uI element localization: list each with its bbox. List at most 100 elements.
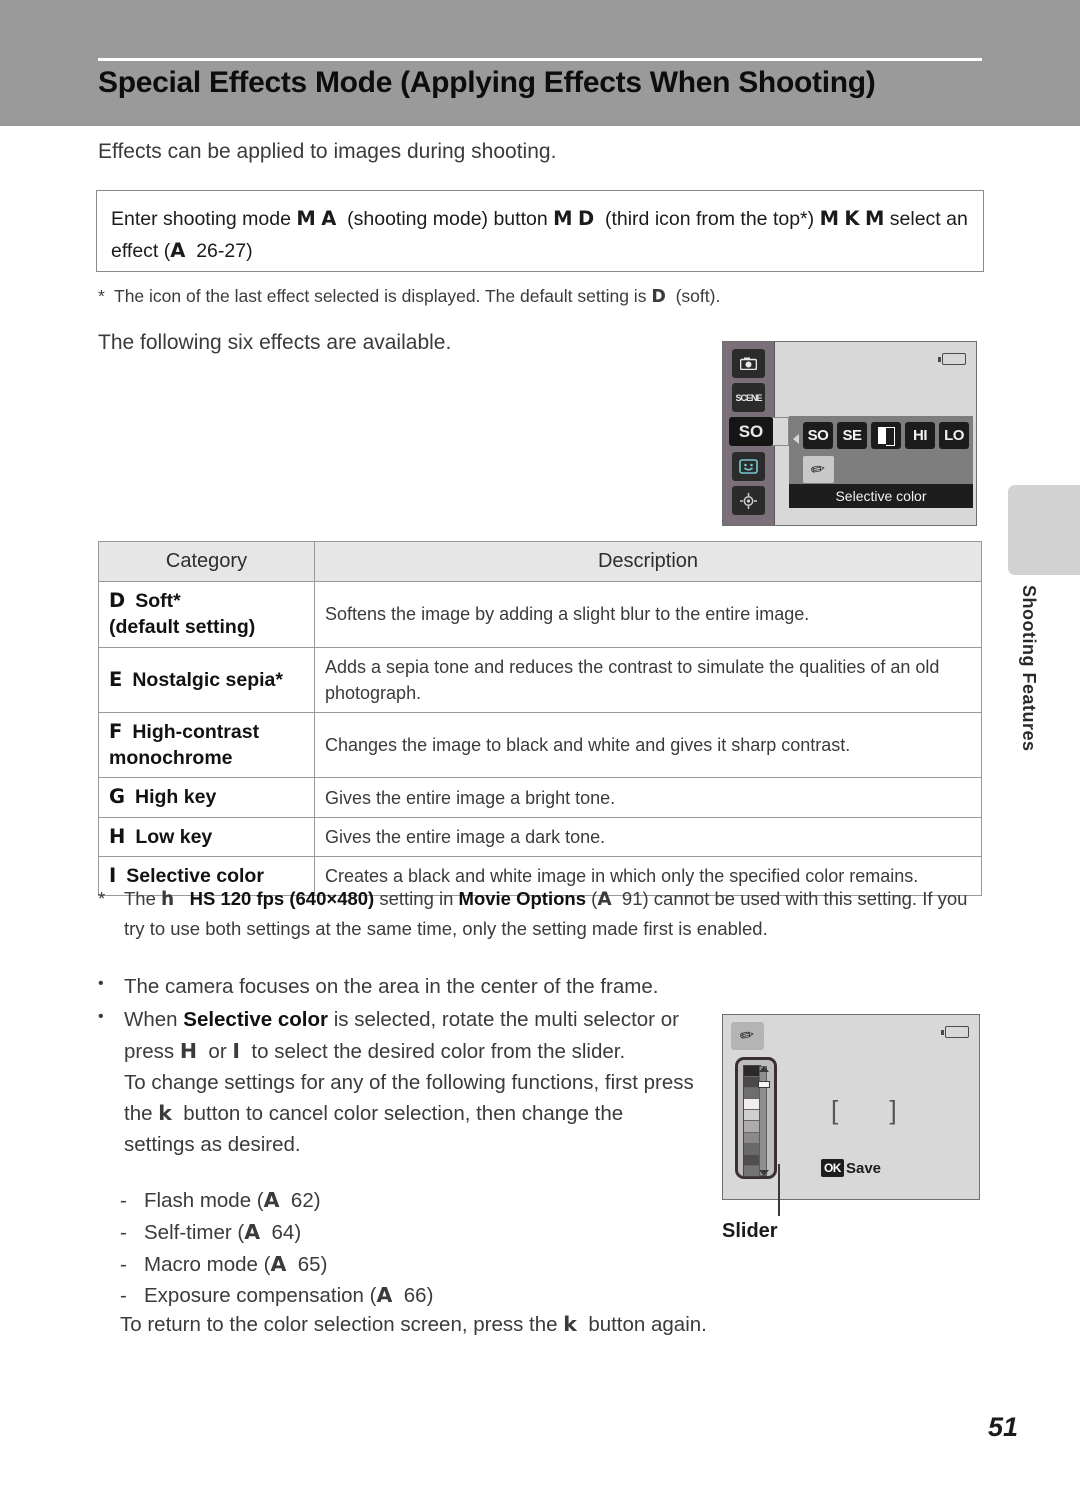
smile-icon: [732, 452, 765, 481]
table-row: F High-contrast monochrome Changes the im…: [98, 711, 982, 779]
sc-text-1: When: [124, 1008, 178, 1031]
footnote-default-setting: * The icon of the last effect selected is…: [98, 286, 978, 307]
column-header-category: Category: [98, 541, 315, 582]
camera-screen-effects-menu: SCENE SO SO SE HI LO ✏ Selective color: [722, 341, 977, 526]
manual-page: Special Effects Mode (Applying Effects W…: [0, 0, 1080, 1486]
symbol-a-item: A: [270, 1251, 287, 1276]
footnote-marker: *: [98, 286, 105, 306]
category-line: E Nostalgic sepia*: [109, 667, 304, 693]
effect-icon-row: SO SE HI LO: [803, 422, 969, 449]
step-line1-b: (shooting mode) button: [347, 208, 548, 230]
symbol-k-sc: k: [158, 1101, 172, 1126]
effects-menu-panel: SO SE HI LO ✏ Selective color: [789, 416, 973, 508]
battery-icon: [941, 1026, 969, 1038]
item-label: Flash mode (: [144, 1189, 264, 1212]
category-label: Soft*: [135, 590, 181, 612]
hs-page-ref: 91: [621, 888, 643, 909]
symbol-m-3: M: [819, 207, 839, 230]
hs-bold-1: HS 120 fps (640×480): [189, 888, 375, 909]
item-page: 62: [290, 1189, 314, 1212]
effect-icon-hi[interactable]: HI: [905, 422, 935, 449]
category-label: High-contrast: [132, 720, 260, 743]
sc-text-4: to select the desired color from the sli…: [251, 1039, 626, 1063]
section-tab-label: Shooting Features: [1019, 585, 1039, 752]
effect-icon-se[interactable]: SE: [837, 422, 867, 449]
item-close: ): [294, 1220, 302, 1244]
symbol-d-footnote: D: [651, 287, 666, 307]
closing-text-2: button again.: [588, 1313, 707, 1336]
item-page: 66: [403, 1284, 427, 1308]
category-symbol: I: [109, 864, 117, 888]
footnote-marker: *: [98, 888, 106, 909]
item-close: ): [320, 1252, 328, 1276]
symbol-h-sc: H: [179, 1038, 198, 1063]
six-effects-text: The following six effects are available.: [98, 331, 452, 354]
category-symbol: H: [109, 824, 126, 848]
closing-text-1: To return to the color selection screen,…: [120, 1313, 558, 1336]
callout-label-slider: Slider: [722, 1220, 778, 1242]
eyedropper-glyph: ✏: [738, 1024, 757, 1047]
swatch[interactable]: [744, 1088, 760, 1100]
symbol-a-item: A: [376, 1283, 393, 1308]
symbol-k: K: [844, 207, 860, 230]
sc-text-6: button to cancel color selection, then c…: [124, 1102, 624, 1156]
list-item: - Exposure compensation (A 66): [120, 1280, 680, 1312]
callout-leader-line: [778, 1164, 780, 1216]
swatch[interactable]: [744, 1132, 760, 1144]
effect-menu-label: Selective color: [789, 484, 973, 508]
swatch[interactable]: [744, 1099, 760, 1111]
symbol-k-closing: k: [563, 1312, 577, 1336]
camera-icon: [732, 349, 765, 378]
category-line: H Low key: [109, 824, 304, 850]
category-line: D Soft*: [109, 588, 304, 614]
item-label: Self-timer (: [144, 1220, 245, 1244]
symbol-i-sc: I: [232, 1038, 240, 1063]
list-item: - Macro mode (A 65): [120, 1249, 680, 1281]
dash-marker: -: [120, 1189, 127, 1212]
swatch[interactable]: [744, 1143, 760, 1155]
item-label: Exposure compensation (: [144, 1284, 377, 1308]
eyedropper-icon: ✏: [731, 1022, 764, 1050]
save-label: Save: [845, 1159, 882, 1177]
item-label: Macro mode (: [144, 1252, 271, 1276]
header-rule: [98, 58, 982, 61]
slider-thumb[interactable]: [758, 1081, 770, 1088]
symbol-m-1: M: [296, 207, 316, 230]
item-page: 64: [271, 1220, 295, 1244]
item-close: ): [313, 1189, 321, 1212]
symbol-m-4: M: [864, 207, 885, 230]
eyedropper-icon: ✏: [809, 458, 828, 480]
symbol-h: h: [161, 889, 175, 910]
swatch[interactable]: [744, 1110, 760, 1122]
camera-screen-color-slider: ✏ [ ] OK Save: [722, 1014, 980, 1200]
scene-icon-label: SCENE: [735, 392, 762, 403]
cell-category: F High-contrast monochrome: [98, 711, 315, 779]
list-item: - Flash mode (A 62): [120, 1185, 680, 1217]
effect-icon-lo[interactable]: LO: [939, 422, 969, 449]
bullet-focus-center: • The camera focuses on the area in the …: [98, 972, 858, 1003]
symbol-m-2: M: [553, 207, 573, 230]
effect-icon-so[interactable]: SO: [803, 422, 833, 449]
hs-bold-2: Movie Options: [458, 888, 586, 909]
bullet-dot: •: [98, 975, 104, 992]
list-item: - Self-timer (A 64): [120, 1217, 680, 1249]
category-line: F High-contrast: [109, 719, 304, 745]
page-number: 51: [988, 1412, 1019, 1442]
category-symbol: D: [109, 589, 126, 612]
caret-left-icon: [793, 434, 799, 444]
effect-icon-eyedropper[interactable]: ✏: [803, 456, 834, 483]
effect-icon-high-contrast[interactable]: [871, 422, 901, 449]
so-icon-label: SO: [738, 421, 764, 441]
cell-category: D Soft* (default setting): [98, 581, 315, 648]
page-title: Special Effects Mode (Applying Effects W…: [98, 66, 876, 99]
swatch[interactable]: [744, 1121, 760, 1133]
swatch[interactable]: [744, 1066, 760, 1078]
item-page: 65: [297, 1252, 321, 1276]
table-row: G High key Gives the entire image a brigh…: [98, 777, 982, 818]
cell-category: H Low key: [98, 816, 315, 858]
footnote-hs-movie: * The h HS 120 fps (640×480) setting in …: [98, 885, 982, 943]
special-effects-icon-so: SO: [729, 417, 773, 446]
category-symbol: G: [109, 785, 126, 809]
table-row: H Low key Gives the entire image a dark t…: [98, 816, 982, 858]
arrow-up-icon[interactable]: [759, 1066, 769, 1072]
